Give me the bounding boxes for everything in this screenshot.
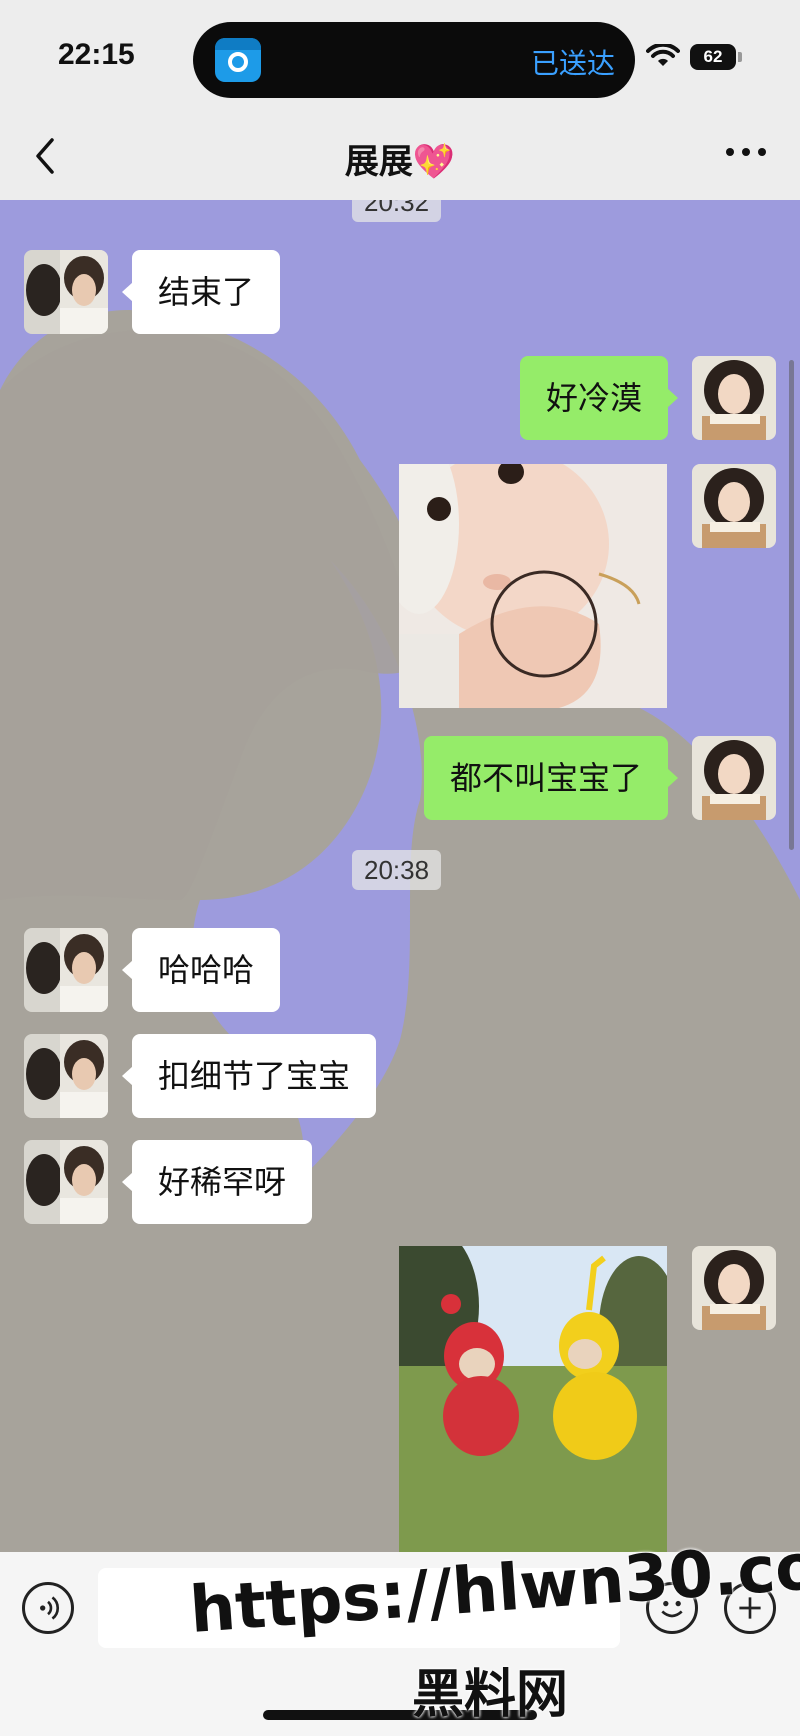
message-bubble-received[interactable]: 哈哈哈 xyxy=(121,928,281,1012)
island-status-text: 已送达 xyxy=(530,47,615,80)
self-avatar[interactable] xyxy=(692,736,776,820)
chat-header: 展展💖 xyxy=(0,110,800,200)
message-bubble-received[interactable]: 结束了 xyxy=(121,250,281,334)
self-avatar[interactable] xyxy=(692,464,776,548)
chat-area[interactable]: 20:32 结束了 好冷漠 都不叫宝宝了 20:38 哈哈哈 扣细节了宝宝 好稀… xyxy=(0,200,800,1552)
status-time: 22:15 xyxy=(58,38,135,71)
emoji-icon[interactable] xyxy=(646,1582,698,1634)
battery-tip xyxy=(738,52,742,62)
plus-icon[interactable] xyxy=(724,1582,776,1634)
voice-icon[interactable] xyxy=(22,1582,74,1634)
baby-photo-message[interactable] xyxy=(399,464,667,708)
more-dots-icon[interactable] xyxy=(726,148,766,158)
teletubbies-photo-message[interactable] xyxy=(399,1246,667,1552)
wifi-icon xyxy=(646,44,680,66)
message-bubble-received[interactable]: 好稀罕呀 xyxy=(121,1140,313,1224)
input-bar xyxy=(0,1552,800,1736)
home-indicator xyxy=(263,1710,537,1720)
chat-title: 展展💖 xyxy=(344,142,456,182)
timestamp: 20:38 xyxy=(352,850,442,890)
message-bubble-sent[interactable]: 都不叫宝宝了 xyxy=(423,736,679,820)
message-bubble-sent[interactable]: 好冷漠 xyxy=(519,356,679,440)
dynamic-island[interactable]: 已送达 xyxy=(193,22,635,98)
contact-avatar[interactable] xyxy=(24,1140,108,1224)
scrollbar[interactable] xyxy=(789,360,794,850)
message-input[interactable] xyxy=(98,1568,620,1648)
self-avatar[interactable] xyxy=(692,1246,776,1330)
timestamp: 20:32 xyxy=(352,200,442,222)
battery-indicator: 62 xyxy=(690,44,736,70)
status-bar: 22:15 已送达 62 xyxy=(0,0,800,110)
contact-avatar[interactable] xyxy=(24,928,108,1012)
self-avatar[interactable] xyxy=(692,356,776,440)
app-icon xyxy=(215,38,261,82)
message-bubble-received[interactable]: 扣细节了宝宝 xyxy=(121,1034,377,1118)
contact-avatar[interactable] xyxy=(24,250,108,334)
contact-avatar[interactable] xyxy=(24,1034,108,1118)
